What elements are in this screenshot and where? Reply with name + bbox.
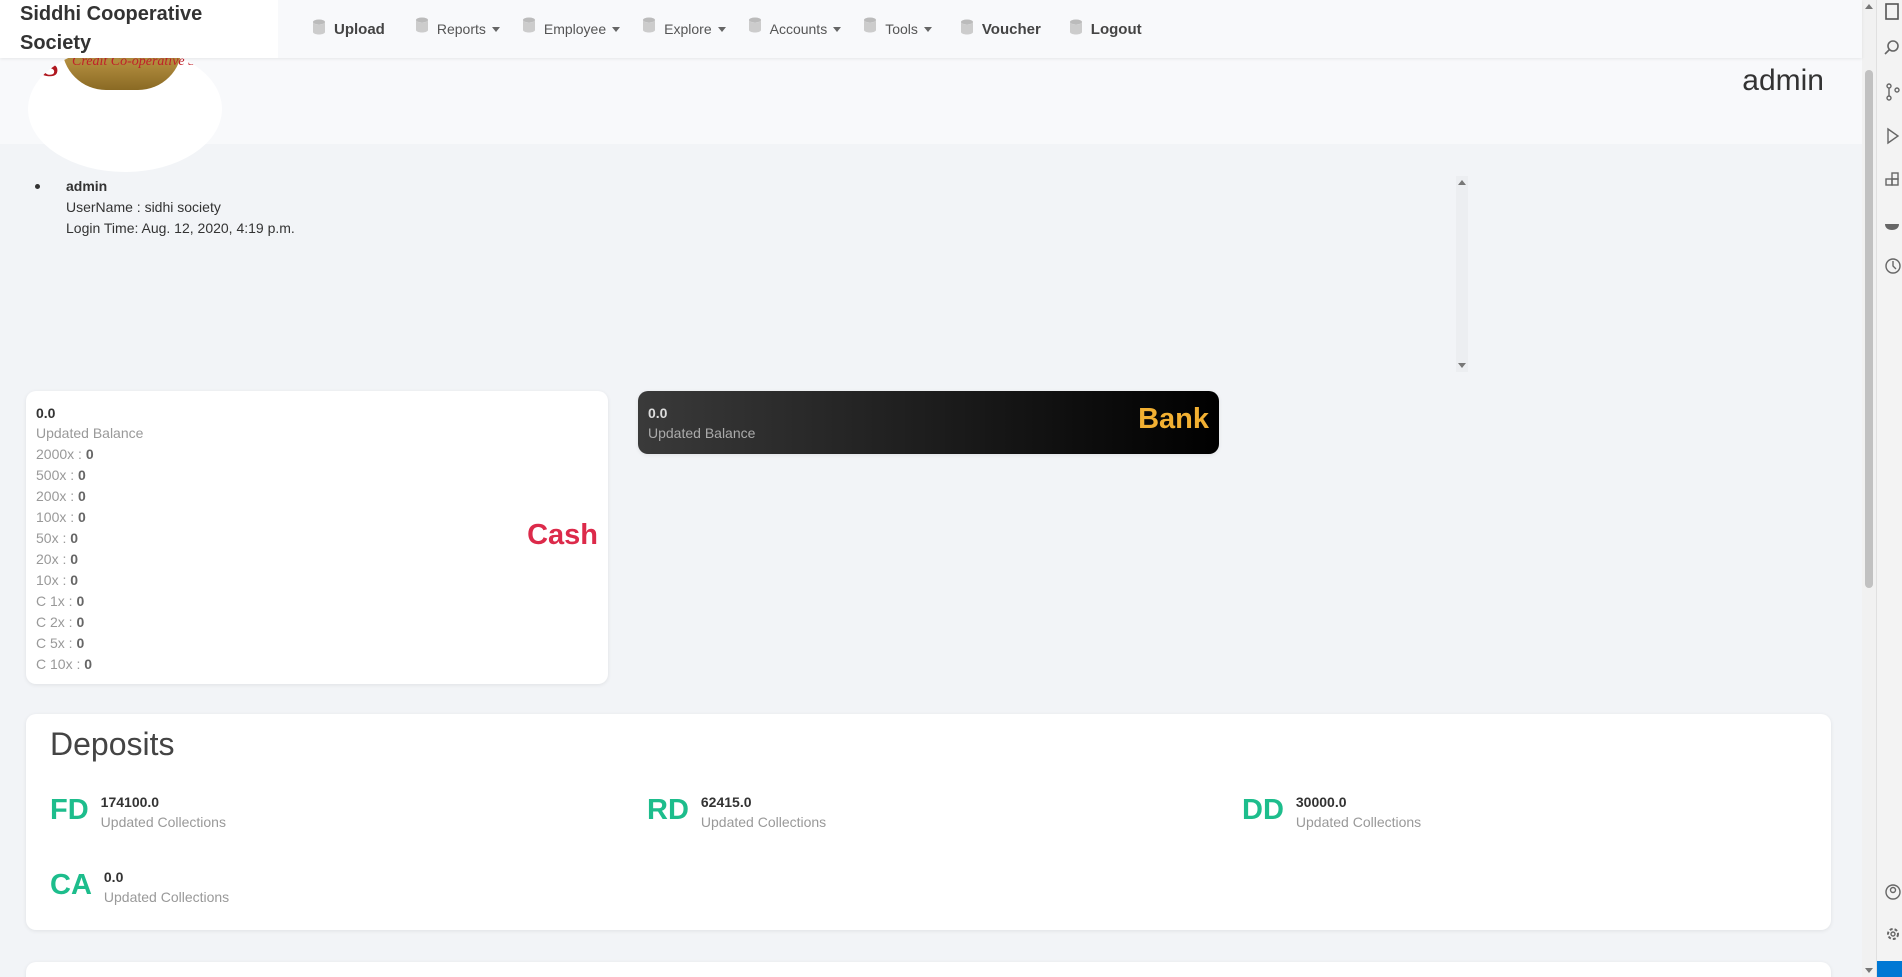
nav-accounts-label: Accounts: [769, 21, 828, 37]
top-navbar: Siddhi Cooperative Society Upload Report…: [0, 0, 1862, 58]
database-icon: [960, 19, 974, 39]
deposit-value: 30000.0: [1295, 794, 1347, 810]
deposits-card: Deposits FD 174100.0 Updated Collections…: [26, 714, 1831, 930]
nav-voucher[interactable]: Voucher: [960, 19, 1041, 39]
remote-status-indicator[interactable]: [1877, 961, 1902, 977]
deposit-code: CA: [50, 869, 92, 901]
bank-value: 0.0: [648, 405, 668, 421]
nav-logout-label: Logout: [1090, 20, 1142, 38]
chevron-down-icon: [717, 26, 726, 32]
deposit-value: 0.0: [103, 869, 124, 885]
activity-bar: [1876, 0, 1902, 977]
docker-icon[interactable]: [1883, 214, 1902, 234]
settings-gear-icon[interactable]: [1883, 924, 1902, 944]
user-login-time: Login Time: Aug. 12, 2020, 4:19 p.m.: [66, 220, 295, 236]
nav-explore-label: Explore: [664, 21, 712, 37]
user-info-list: admin UserName : sidhi society Login Tim…: [35, 176, 295, 239]
nav-tools-label: Tools: [885, 21, 918, 37]
nav-explore[interactable]: Explore: [642, 17, 726, 37]
denom-20: 20x : 0: [36, 551, 79, 567]
nav-tools[interactable]: Tools: [863, 17, 932, 37]
user-info-scrollbar[interactable]: [1456, 176, 1468, 372]
cash-value: 0.0: [36, 405, 56, 421]
nav-upload[interactable]: Upload: [312, 19, 385, 39]
database-icon: [863, 17, 877, 36]
denom-10: 10x : 0: [36, 572, 79, 588]
deposit-subtitle: Updated Collections: [1295, 814, 1422, 830]
header-banner: S Credit Co-operative Society Ltd. admin: [0, 46, 1862, 172]
denom-c5: C 5x : 0: [36, 635, 85, 651]
bank-subtitle: Updated Balance: [648, 425, 756, 441]
scrollbar-thumb[interactable]: [1865, 70, 1873, 588]
deposit-subtitle: Updated Collections: [100, 814, 226, 830]
nav-reports-label: Reports: [436, 21, 486, 37]
run-debug-icon[interactable]: [1883, 126, 1902, 146]
database-icon: [748, 17, 762, 36]
deposit-subtitle: Updated Collections: [103, 889, 230, 905]
denom-50: 50x : 0: [36, 530, 79, 546]
database-icon: [1069, 19, 1083, 39]
brand-title[interactable]: Siddhi Cooperative Society: [0, 0, 278, 58]
database-icon: [522, 17, 536, 36]
main-nav: Upload Reports Employee Explore Accounts…: [312, 0, 1164, 58]
nav-upload-label: Upload: [334, 20, 385, 38]
brand-line-2: Society: [20, 32, 92, 54]
deposit-code: RD: [647, 794, 689, 826]
denom-100: 100x : 0: [36, 509, 86, 525]
timeline-icon[interactable]: [1883, 256, 1902, 276]
deposit-ca: CA 0.0 Updated Collections: [50, 865, 229, 908]
nav-employee-label: Employee: [543, 21, 607, 37]
files-icon[interactable]: [1883, 2, 1902, 22]
nav-accounts[interactable]: Accounts: [748, 17, 842, 37]
scroll-up-icon[interactable]: [1458, 180, 1466, 185]
account-icon[interactable]: [1883, 882, 1902, 902]
scroll-down-icon[interactable]: [1865, 968, 1873, 973]
cash-subtitle: Updated Balance: [36, 425, 144, 441]
society-logo: S Credit Co-operative Society Ltd.: [28, 46, 222, 172]
nav-voucher-label: Voucher: [981, 20, 1041, 38]
extensions-icon[interactable]: [1883, 170, 1902, 190]
chevron-down-icon: [491, 26, 500, 32]
chevron-down-icon: [923, 26, 932, 32]
bank-card: 0.0 Updated Balance Bank: [638, 391, 1219, 454]
nav-logout[interactable]: Logout: [1069, 19, 1142, 39]
deposit-value: 174100.0: [100, 794, 160, 810]
scroll-down-icon[interactable]: [1458, 363, 1466, 368]
denom-500: 500x : 0: [36, 467, 86, 483]
deposit-rd: RD 62415.0 Updated Collections: [647, 790, 826, 833]
page-scrollbar[interactable]: [1862, 0, 1876, 977]
database-icon: [312, 19, 326, 39]
search-icon[interactable]: [1883, 38, 1902, 58]
denom-200: 200x : 0: [36, 488, 86, 504]
brand-line-1: Siddhi Cooperative: [20, 3, 203, 25]
deposit-fd: FD 174100.0 Updated Collections: [50, 790, 226, 833]
nav-employee[interactable]: Employee: [522, 17, 621, 37]
deposits-title: Deposits: [50, 726, 175, 762]
database-icon: [642, 17, 656, 36]
chevron-down-icon: [833, 26, 842, 32]
database-icon: [415, 17, 429, 36]
nav-reports[interactable]: Reports: [415, 17, 500, 37]
chevron-down-icon: [612, 26, 621, 32]
denom-c2: C 2x : 0: [36, 614, 85, 630]
cash-card: 0.0 Updated Balance 2000x : 0 500x : 0 2…: [26, 391, 608, 684]
denom-c10: C 10x : 0: [36, 656, 93, 672]
denom-c1: C 1x : 0: [36, 593, 85, 609]
banner-username: admin: [1742, 64, 1824, 97]
cash-label: Cash: [527, 519, 598, 551]
deposit-value: 62415.0: [700, 794, 752, 810]
deposit-subtitle: Updated Collections: [700, 814, 827, 830]
bank-label: Bank: [1138, 403, 1209, 435]
denom-2000: 2000x : 0: [36, 446, 94, 462]
deposit-code: DD: [1242, 794, 1284, 826]
next-card-partial: [26, 962, 1831, 977]
source-control-icon[interactable]: [1883, 82, 1902, 102]
deposit-dd: DD 30000.0 Updated Collections: [1242, 790, 1421, 833]
scroll-up-icon[interactable]: [1865, 4, 1873, 9]
user-name: admin: [35, 176, 295, 197]
deposit-code: FD: [50, 794, 89, 826]
user-username: UserName : sidhi society: [66, 199, 221, 215]
